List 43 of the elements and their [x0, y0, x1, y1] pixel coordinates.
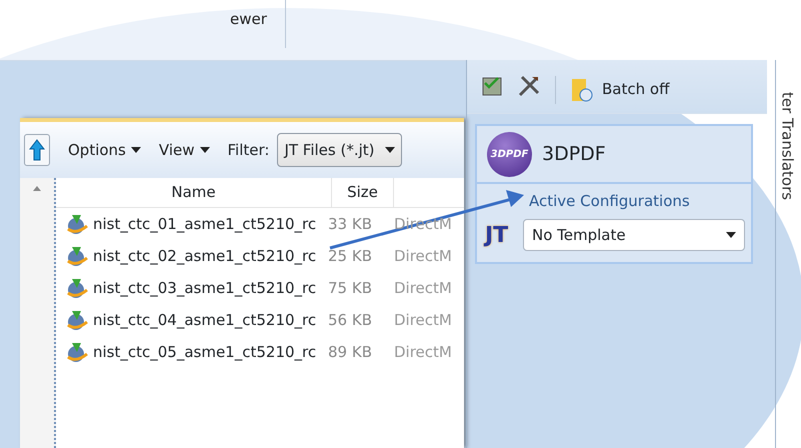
- scroll-up-icon: [33, 186, 41, 191]
- file-size: 75 KB: [327, 278, 373, 299]
- file-type: DirectM: [394, 278, 452, 299]
- file-name[interactable]: nist_ctc_01_asme1_ct5210_rc: [93, 212, 316, 236]
- filter-dropdown[interactable]: JT Files (*.jt): [277, 133, 402, 167]
- filter-label: Filter:: [228, 140, 270, 161]
- folder-clock-icon: [570, 76, 594, 102]
- file-icon: [66, 309, 88, 331]
- checklist-icon: [481, 75, 503, 97]
- file-size: 56 KB: [327, 310, 373, 331]
- file-icon: [66, 341, 88, 363]
- pdf-logo: 3DPDF: [487, 132, 532, 176]
- caret-icon: [130, 147, 141, 153]
- file-name[interactable]: nist_ctc_03_asme1_ct5210_rc: [93, 276, 316, 300]
- file-name[interactable]: nist_ctc_04_asme1_ct5210_rc: [93, 308, 316, 332]
- up-button[interactable]: [24, 134, 50, 166]
- translator-title: 3DPDF: [542, 142, 606, 167]
- file-size: 89 KB: [327, 342, 373, 363]
- file-icon: [66, 245, 88, 267]
- caret-icon: [200, 147, 210, 153]
- column-header[interactable]: Size: [332, 178, 394, 208]
- section-label: Active Configurations: [529, 191, 691, 212]
- file-size: 25 KB: [327, 246, 373, 267]
- menu-button[interactable]: View: [158, 138, 210, 162]
- toolbar-label: ewer: [230, 9, 267, 30]
- file-icon: [66, 277, 88, 299]
- menu-button[interactable]: Options: [68, 138, 141, 162]
- scrollbar[interactable]: [20, 178, 56, 448]
- file-icon: [66, 213, 88, 235]
- file-type: DirectM: [394, 310, 452, 331]
- caret-icon: [726, 232, 736, 238]
- up-arrow-icon: [29, 139, 45, 161]
- file-name[interactable]: nist_ctc_02_asme1_ct5210_rc: [93, 244, 316, 268]
- file-type: DirectM: [394, 246, 452, 267]
- column-header[interactable]: Name: [56, 178, 332, 208]
- caret-icon: [384, 147, 395, 153]
- file-name[interactable]: nist_ctc_05_asme1_ct5210_rc: [93, 340, 316, 364]
- format-label: JT: [485, 222, 510, 250]
- side-tab[interactable]: ter Translators: [776, 92, 798, 200]
- file-type: DirectM: [394, 342, 452, 363]
- batch-button[interactable]: Batch off: [570, 76, 670, 102]
- file-size: 33 KB: [327, 214, 373, 235]
- template-dropdown[interactable]: No Template: [523, 219, 745, 251]
